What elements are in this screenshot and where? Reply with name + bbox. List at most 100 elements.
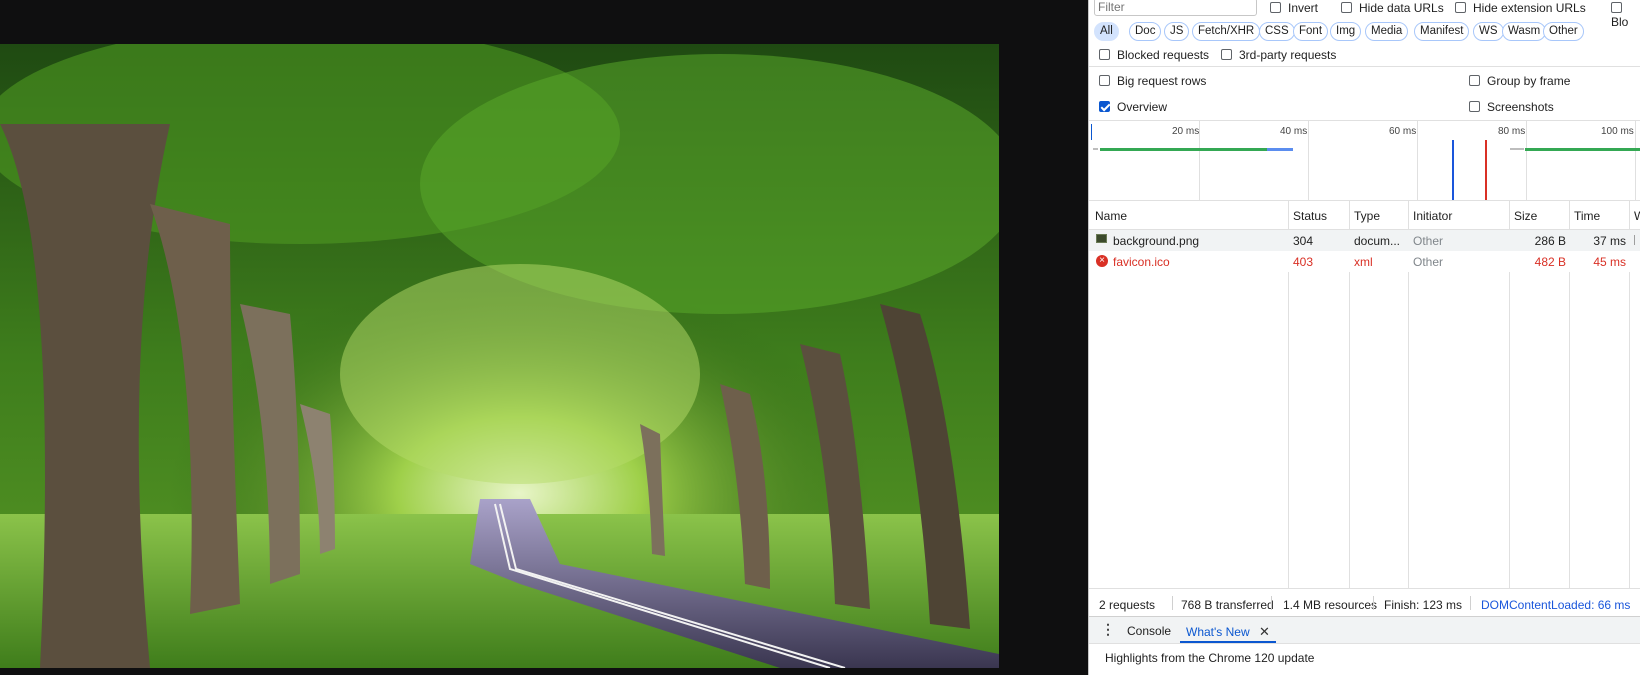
big-rows-label: Big request rows: [1117, 74, 1207, 88]
big-rows-checkbox[interactable]: [1099, 75, 1110, 86]
finish-time: Finish: 123 ms: [1384, 598, 1463, 612]
hide-extension-urls-checkbox[interactable]: [1455, 2, 1466, 13]
type-filter-all[interactable]: All: [1094, 22, 1119, 41]
load-event-line: [1485, 140, 1487, 200]
hide-data-urls-checkbox[interactable]: [1341, 2, 1352, 13]
tab-console[interactable]: Console: [1127, 624, 1171, 638]
column-header-name[interactable]: Name: [1095, 209, 1127, 223]
column-header-size[interactable]: Size: [1514, 209, 1537, 223]
request-size: 482 B: [1534, 255, 1566, 269]
timeline-bar-queue-2: [1510, 148, 1524, 150]
request-name[interactable]: background.png: [1113, 234, 1199, 248]
third-party-checkbox[interactable]: [1221, 49, 1232, 60]
type-filter-img[interactable]: Img: [1330, 22, 1362, 41]
request-initiator: Other: [1413, 234, 1444, 248]
type-filter-wasm[interactable]: Wasm: [1502, 22, 1547, 41]
dom-content-loaded-line: [1452, 140, 1454, 200]
column-header-status[interactable]: Status: [1293, 209, 1327, 223]
overview-checkbox[interactable]: [1099, 101, 1110, 112]
type-filter-css[interactable]: CSS: [1259, 22, 1295, 41]
request-status: 304: [1293, 234, 1314, 248]
summary-separator: [1271, 596, 1272, 610]
drawer-tab-bar: ⋮ Console What's New ✕: [1089, 616, 1640, 644]
summary-separator: [1172, 596, 1173, 610]
timeline-bar-download: [1267, 148, 1293, 151]
whats-new-headline: Highlights from the Chrome 120 update: [1105, 651, 1315, 665]
third-party-option[interactable]: 3rd-party requests: [1221, 48, 1336, 62]
request-status: 403: [1293, 255, 1314, 269]
timeline-bar-background-png: [1100, 148, 1267, 151]
hide-data-urls-option[interactable]: Hide data URLs: [1341, 1, 1444, 15]
blocked-cookies-checkbox[interactable]: [1611, 2, 1622, 13]
request-time: 45 ms: [1593, 255, 1626, 269]
table-row[interactable]: × favicon.ico 403 xml Other 482 B 45 ms: [1089, 251, 1640, 272]
timeline-tick: 60 ms: [1389, 126, 1417, 137]
tab-whats-new[interactable]: What's New ✕: [1180, 617, 1276, 643]
type-filter-js[interactable]: JS: [1164, 22, 1190, 41]
blocked-requests-label: Blocked requests: [1117, 48, 1210, 62]
timeline-gridline: [1417, 120, 1418, 200]
type-filter-fetch-xhr[interactable]: Fetch/XHR: [1192, 22, 1261, 41]
devtools-panel: Invert Hide data URLs Hide extension URL…: [1088, 0, 1640, 675]
blocked-cookies-option[interactable]: Blo: [1611, 1, 1640, 29]
timeline-tick: 40 ms: [1280, 126, 1308, 137]
hide-data-urls-label: Hide data URLs: [1359, 1, 1444, 15]
overview-option[interactable]: Overview: [1099, 100, 1167, 114]
request-name[interactable]: favicon.ico: [1113, 255, 1170, 269]
group-by-frame-option[interactable]: Group by frame: [1469, 74, 1570, 88]
close-icon[interactable]: ✕: [1259, 624, 1270, 639]
invert-option[interactable]: Invert: [1270, 1, 1318, 15]
request-size: 286 B: [1534, 234, 1566, 248]
column-header-time[interactable]: Time: [1574, 209, 1600, 223]
column-header-waterfall[interactable]: W: [1634, 209, 1640, 223]
screenshots-option[interactable]: Screenshots: [1469, 100, 1554, 114]
type-filter-other[interactable]: Other: [1543, 22, 1584, 41]
request-type: xml: [1354, 255, 1373, 269]
error-icon: ×: [1096, 255, 1108, 267]
overview-label: Overview: [1117, 100, 1168, 114]
page-viewport: [0, 0, 1088, 675]
more-options-icon[interactable]: ⋮: [1101, 622, 1115, 636]
big-rows-option[interactable]: Big request rows: [1099, 74, 1206, 88]
timeline-gridline: [1308, 120, 1309, 200]
blocked-cookies-label: Blo: [1611, 15, 1629, 29]
waterfall-bar: [1634, 235, 1635, 245]
summary-separator: [1373, 596, 1374, 610]
column-header-initiator[interactable]: Initiator: [1413, 209, 1452, 223]
timeline-tick: 20 ms: [1172, 126, 1200, 137]
timeline-gridline: [1635, 120, 1636, 200]
dom-content-loaded-time: DOMContentLoaded: 66 ms: [1481, 598, 1631, 612]
invert-checkbox[interactable]: [1270, 2, 1281, 13]
group-by-frame-checkbox[interactable]: [1469, 75, 1480, 86]
third-party-label: 3rd-party requests: [1239, 48, 1337, 62]
filter-input[interactable]: [1094, 0, 1257, 16]
resources-size: 1.4 MB resources: [1283, 598, 1378, 612]
type-filter-ws[interactable]: WS: [1473, 22, 1504, 41]
transferred-size: 768 B transferred: [1181, 598, 1274, 612]
summary-separator: [1470, 596, 1471, 610]
drawer-content: Highlights from the Chrome 120 update: [1089, 644, 1640, 675]
type-filter-font[interactable]: Font: [1293, 22, 1329, 41]
table-row[interactable]: background.png 304 docum... Other 286 B …: [1089, 230, 1640, 251]
screenshots-checkbox[interactable]: [1469, 101, 1480, 112]
group-by-frame-label: Group by frame: [1487, 74, 1571, 88]
background-photo: [0, 44, 999, 668]
type-filter-manifest[interactable]: Manifest: [1414, 22, 1470, 41]
timeline-gridline: [1526, 120, 1527, 200]
request-count: 2 requests: [1099, 598, 1156, 612]
blocked-requests-option[interactable]: Blocked requests: [1099, 48, 1209, 62]
blocked-requests-checkbox[interactable]: [1099, 49, 1110, 60]
hide-extension-urls-label: Hide extension URLs: [1473, 1, 1586, 15]
type-filter-doc[interactable]: Doc: [1129, 22, 1162, 41]
timeline-tick: 100 ms: [1601, 126, 1634, 137]
hide-extension-urls-option[interactable]: Hide extension URLs: [1455, 1, 1586, 15]
divider: [1089, 66, 1640, 67]
timeline-bar-queue: [1093, 148, 1098, 150]
tab-whats-new-label: What's New: [1186, 625, 1250, 639]
image-file-icon: [1096, 234, 1107, 243]
type-filter-media[interactable]: Media: [1365, 22, 1409, 41]
invert-label: Invert: [1288, 1, 1319, 15]
column-header-type[interactable]: Type: [1354, 209, 1380, 223]
status-summary-bar: 2 requests 768 B transferred 1.4 MB reso…: [1089, 588, 1640, 616]
timeline-bar-favicon: [1525, 148, 1640, 151]
